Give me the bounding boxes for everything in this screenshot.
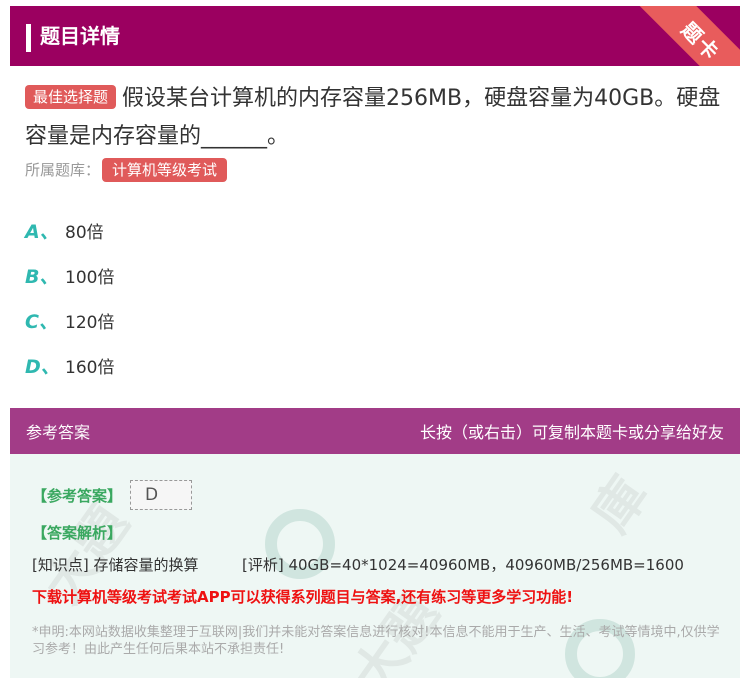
disclaimer-text: *申明:本网站数据收集整理于互联网|我们并未能对答案信息进行核对!本信息不能用于… xyxy=(32,625,720,657)
detail-header: 题目详情 题卡 xyxy=(10,6,740,66)
analysis-label: 【答案解析】 xyxy=(32,524,123,542)
app-download-link[interactable]: 下载计算机等级考试考试APP可以获得系列题目与答案,还有练习等更多学习功能! xyxy=(32,586,573,607)
question-stem: 最佳选择题 假设某台计算机的内存容量256MB，硬盘容量为40GB。硬盘容量是内存… xyxy=(25,80,740,156)
option-letter: A、 xyxy=(25,221,59,243)
option-c[interactable]: C、 120倍 xyxy=(25,298,114,343)
question-bank-row: 所属题库： 计算机等级考试 xyxy=(25,157,228,183)
share-hint: 长按（或右击）可复制本题卡或分享给好友 xyxy=(419,423,724,442)
option-text: 80倍 xyxy=(65,223,104,243)
page-title: 题目详情 xyxy=(40,24,120,48)
question-type-badge: 最佳选择题 xyxy=(25,85,117,109)
reference-answer-label: 【参考答案】 xyxy=(32,486,123,505)
question-text: 假设某台计算机的内存容量256MB，硬盘容量为40GB。硬盘容量是内存容量的__… xyxy=(25,86,721,149)
option-d[interactable]: D、 160倍 xyxy=(25,343,114,388)
options-list: A、 80倍 B、 100倍 C、 120倍 D、 160倍 xyxy=(25,208,114,388)
answer-panel: 大題 大題 庫 【参考答案】 D 【答案解析】 [知识点] 存储容量的换算 [评… xyxy=(10,454,740,678)
option-letter: C、 xyxy=(25,311,58,333)
watermark-decoration: 庫 xyxy=(581,466,661,544)
bank-label: 所属题库： xyxy=(25,161,101,179)
option-b[interactable]: B、 100倍 xyxy=(25,253,114,298)
header-accent-bar xyxy=(26,24,31,52)
answer-header-title: 参考答案 xyxy=(26,423,91,442)
option-a[interactable]: A、 80倍 xyxy=(25,208,114,253)
option-letter: D、 xyxy=(25,356,60,378)
analysis-detail: [评析] 40GB=40*1024=40960MB，40960MB/256MB=… xyxy=(242,556,684,574)
bank-badge[interactable]: 计算机等级考试 xyxy=(102,158,228,182)
option-letter: B、 xyxy=(25,266,59,288)
question-card-ribbon[interactable]: 题卡 xyxy=(631,6,740,66)
reference-answer-value: D xyxy=(130,480,193,510)
knowledge-point: [知识点] 存储容量的换算 xyxy=(32,556,199,574)
option-text: 120倍 xyxy=(65,313,115,333)
reference-answer: 【参考答案】 D xyxy=(32,480,193,510)
option-text: 160倍 xyxy=(65,358,115,378)
analysis-text: [知识点] 存储容量的换算 [评析] 40GB=40*1024=40960MB，… xyxy=(32,554,684,575)
answer-header: 参考答案 长按（或右击）可复制本题卡或分享给好友 xyxy=(10,408,740,454)
option-text: 100倍 xyxy=(65,268,115,288)
